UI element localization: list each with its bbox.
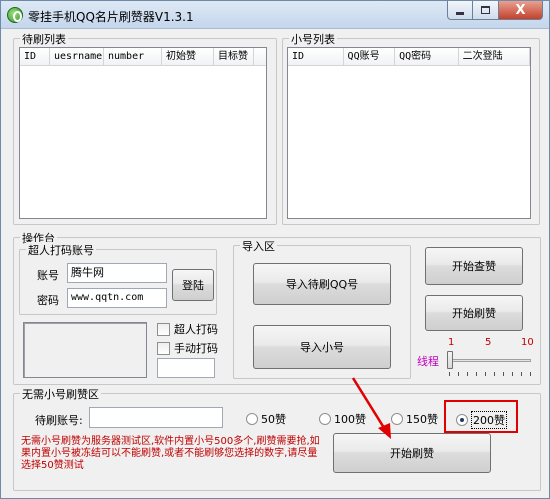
radio-circle bbox=[319, 413, 331, 425]
radio-label: 50赞 bbox=[261, 413, 286, 426]
column-header-number[interactable]: number bbox=[104, 48, 162, 65]
captcha-account-input[interactable]: 腾牛网 bbox=[67, 263, 167, 283]
close-icon: X bbox=[515, 2, 526, 18]
account-list-title: 小号列表 bbox=[289, 31, 337, 47]
pending-listview[interactable]: ID uesrname number 初始赞 目标赞 bbox=[19, 47, 267, 219]
checkbox-box bbox=[157, 322, 170, 336]
selection-highlight-box bbox=[444, 400, 518, 433]
account-list-header: ID QQ账号 QQ密码 二次登陆 bbox=[288, 48, 530, 66]
slider-thumb[interactable] bbox=[447, 351, 453, 369]
thread-label: 线程 bbox=[417, 355, 439, 368]
thread-tick-min: 1 bbox=[448, 337, 455, 348]
column-header-id[interactable]: ID bbox=[288, 48, 344, 65]
column-header-second-login[interactable]: 二次登陆 bbox=[459, 48, 530, 65]
no-account-area-title: 无需小号刷赞区 bbox=[20, 386, 101, 402]
slider-ticks bbox=[449, 372, 531, 376]
pending-list-header: ID uesrname number 初始赞 目标赞 bbox=[20, 48, 266, 66]
captcha-image bbox=[23, 322, 147, 378]
service-notice: 无需小号刷赞为服务器测试区,软件内置小号500多个,刷赞需要抢,如果内置小号被冻… bbox=[21, 436, 320, 471]
checkbox-box bbox=[157, 341, 170, 355]
captcha-account-title: 超人打码账号 bbox=[26, 242, 96, 258]
account-label: 账号 bbox=[37, 269, 59, 282]
column-header-qq-account[interactable]: QQ账号 bbox=[344, 48, 396, 65]
captcha-password-input[interactable]: www.qqtn.com bbox=[67, 288, 167, 308]
tick-mark bbox=[530, 372, 531, 376]
thread-tick-mid: 5 bbox=[485, 337, 492, 348]
tick-mark bbox=[467, 372, 468, 376]
app-window: 零挂手机QQ名片刷赞器V1.3.1 X 待刷列表 ID uesrname num… bbox=[0, 0, 550, 499]
start-query-button[interactable]: 开始查赞 bbox=[425, 247, 523, 285]
maximize-button[interactable] bbox=[473, 1, 499, 20]
tick-mark bbox=[458, 372, 459, 376]
slider-track bbox=[449, 359, 531, 362]
column-header-username[interactable]: uesrname bbox=[50, 48, 104, 65]
column-header-target-likes[interactable]: 目标赞 bbox=[214, 48, 254, 65]
minimize-button[interactable] bbox=[447, 1, 473, 20]
tick-mark bbox=[512, 372, 513, 376]
app-logo-icon bbox=[7, 7, 23, 23]
account-listview[interactable]: ID QQ账号 QQ密码 二次登陆 bbox=[287, 47, 531, 219]
captcha-auto-checkbox[interactable]: 超人打码 bbox=[157, 321, 218, 337]
close-button[interactable]: X bbox=[499, 1, 543, 20]
tick-mark bbox=[476, 372, 477, 376]
tick-mark bbox=[503, 372, 504, 376]
column-header-initial-likes[interactable]: 初始赞 bbox=[162, 48, 214, 65]
import-area-title: 导入区 bbox=[240, 238, 277, 254]
pending-account-label: 待刷账号: bbox=[35, 414, 83, 427]
radio-circle bbox=[246, 413, 258, 425]
title-bar[interactable]: 零挂手机QQ名片刷赞器V1.3.1 X bbox=[1, 1, 549, 29]
column-header-qq-password[interactable]: QQ密码 bbox=[395, 48, 459, 65]
captcha-code-input[interactable] bbox=[157, 358, 215, 378]
minimize-icon bbox=[456, 11, 464, 15]
maximize-icon bbox=[481, 6, 490, 14]
radio-label: 150赞 bbox=[406, 413, 438, 426]
start-like-button[interactable]: 开始刷赞 bbox=[425, 295, 523, 331]
pending-list-title: 待刷列表 bbox=[20, 31, 68, 47]
column-header-id[interactable]: ID bbox=[20, 48, 50, 65]
window-controls: X bbox=[447, 1, 543, 20]
import-pending-qq-button[interactable]: 导入待刷QQ号 bbox=[253, 263, 391, 305]
login-button[interactable]: 登陆 bbox=[172, 269, 214, 301]
captcha-manual-checkbox[interactable]: 手动打码 bbox=[157, 340, 218, 356]
thread-slider[interactable]: 1 5 10 bbox=[441, 336, 541, 381]
password-label: 密码 bbox=[37, 294, 59, 307]
checkbox-label: 手动打码 bbox=[174, 342, 218, 355]
pending-account-input[interactable] bbox=[89, 407, 223, 428]
red-arrow-icon bbox=[351, 377, 391, 439]
import-accounts-button[interactable]: 导入小号 bbox=[253, 325, 391, 369]
window-title: 零挂手机QQ名片刷赞器V1.3.1 bbox=[28, 10, 194, 24]
tick-mark bbox=[494, 372, 495, 376]
tick-mark bbox=[521, 372, 522, 376]
checkbox-label: 超人打码 bbox=[174, 323, 218, 336]
radio-50-likes[interactable]: 50赞 bbox=[246, 411, 286, 427]
tick-mark bbox=[449, 372, 450, 376]
tick-mark bbox=[485, 372, 486, 376]
thread-tick-max: 10 bbox=[521, 337, 534, 348]
